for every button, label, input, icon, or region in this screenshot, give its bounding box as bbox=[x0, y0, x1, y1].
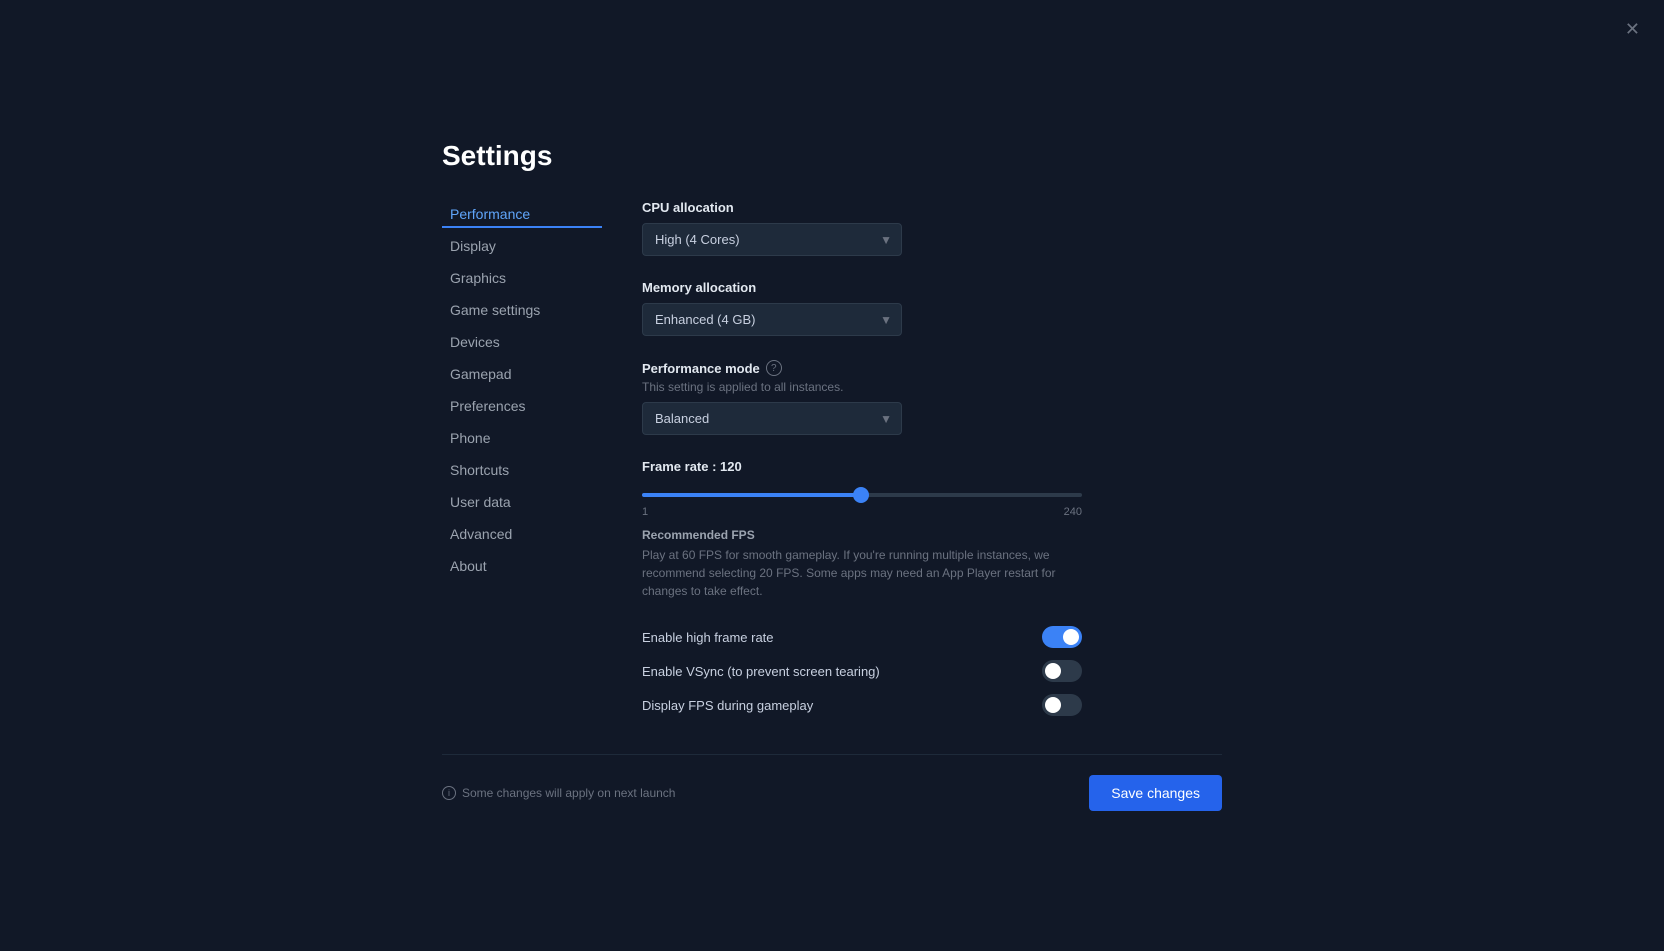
frame-rate-slider[interactable] bbox=[642, 493, 1082, 497]
frame-rate-section: Frame rate : 120 1 240 Recommended FPS P… bbox=[642, 459, 1202, 600]
toggle-display-fps[interactable] bbox=[1042, 694, 1082, 716]
toggle-row-display-fps: Display FPS during gameplay bbox=[642, 688, 1082, 722]
performance-mode-select-wrapper: Balanced Power saving High performance ▼ bbox=[642, 402, 902, 435]
recommended-fps-title: Recommended FPS bbox=[642, 528, 1202, 542]
toggles-container: Enable high frame rate Enable VSync (to p… bbox=[642, 620, 1202, 722]
sidebar-item-preferences[interactable]: Preferences bbox=[442, 392, 602, 420]
sidebar-item-phone[interactable]: Phone bbox=[442, 424, 602, 452]
sidebar: Performance Display Graphics Game settings D… bbox=[442, 200, 602, 722]
frame-rate-max: 240 bbox=[1064, 506, 1082, 518]
main-content: CPU allocation High (4 Cores) Low (1 Cor… bbox=[602, 200, 1222, 722]
sidebar-item-display[interactable]: Display bbox=[442, 232, 602, 260]
footer-note-text: Some changes will apply on next launch bbox=[462, 786, 675, 800]
footer-note-icon: i bbox=[442, 786, 456, 800]
sidebar-item-performance[interactable]: Performance bbox=[442, 200, 602, 228]
sidebar-item-game-settings[interactable]: Game settings bbox=[442, 296, 602, 324]
recommended-fps-desc: Play at 60 FPS for smooth gameplay. If y… bbox=[642, 546, 1082, 600]
toggle-row-vsync: Enable VSync (to prevent screen tearing) bbox=[642, 654, 1082, 688]
cpu-allocation-section: CPU allocation High (4 Cores) Low (1 Cor… bbox=[642, 200, 1202, 256]
performance-mode-hint: This setting is applied to all instances… bbox=[642, 380, 1202, 394]
toggle-slider-vsync bbox=[1042, 660, 1082, 682]
memory-allocation-section: Memory allocation Enhanced (4 GB) Low (1… bbox=[642, 280, 1202, 336]
frame-rate-label: Frame rate : 120 bbox=[642, 459, 1202, 474]
footer: i Some changes will apply on next launch… bbox=[442, 754, 1222, 811]
toggle-label-vsync: Enable VSync (to prevent screen tearing) bbox=[642, 664, 880, 679]
performance-mode-help-icon[interactable]: ? bbox=[766, 360, 782, 376]
close-button[interactable]: ✕ bbox=[1625, 20, 1640, 38]
sidebar-item-about[interactable]: About bbox=[442, 552, 602, 580]
cpu-allocation-select-wrapper: High (4 Cores) Low (1 Core) Medium (2 Co… bbox=[642, 223, 902, 256]
footer-note: i Some changes will apply on next launch bbox=[442, 786, 675, 800]
performance-mode-select[interactable]: Balanced Power saving High performance bbox=[642, 402, 902, 435]
toggle-row-high-frame-rate: Enable high frame rate bbox=[642, 620, 1082, 654]
cpu-allocation-label: CPU allocation bbox=[642, 200, 1202, 215]
toggle-slider-display-fps bbox=[1042, 694, 1082, 716]
toggle-label-high-frame-rate: Enable high frame rate bbox=[642, 630, 774, 645]
memory-allocation-select-wrapper: Enhanced (4 GB) Low (1 GB) Medium (2 GB)… bbox=[642, 303, 902, 336]
sidebar-item-user-data[interactable]: User data bbox=[442, 488, 602, 516]
sidebar-item-shortcuts[interactable]: Shortcuts bbox=[442, 456, 602, 484]
frame-rate-min: 1 bbox=[642, 506, 648, 518]
cpu-allocation-select[interactable]: High (4 Cores) Low (1 Core) Medium (2 Co… bbox=[642, 223, 902, 256]
toggle-high-frame-rate[interactable] bbox=[1042, 626, 1082, 648]
memory-allocation-select[interactable]: Enhanced (4 GB) Low (1 GB) Medium (2 GB)… bbox=[642, 303, 902, 336]
sidebar-item-devices[interactable]: Devices bbox=[442, 328, 602, 356]
performance-mode-section: Performance mode ? This setting is appli… bbox=[642, 360, 1202, 435]
toggle-vsync[interactable] bbox=[1042, 660, 1082, 682]
sidebar-item-graphics[interactable]: Graphics bbox=[442, 264, 602, 292]
save-changes-button[interactable]: Save changes bbox=[1089, 775, 1222, 811]
sidebar-item-gamepad[interactable]: Gamepad bbox=[442, 360, 602, 388]
performance-mode-label: Performance mode bbox=[642, 361, 760, 376]
memory-allocation-label: Memory allocation bbox=[642, 280, 1202, 295]
sidebar-item-advanced[interactable]: Advanced bbox=[442, 520, 602, 548]
toggle-label-display-fps: Display FPS during gameplay bbox=[642, 698, 813, 713]
toggle-slider-high-frame-rate bbox=[1042, 626, 1082, 648]
page-title: Settings bbox=[442, 140, 1222, 172]
